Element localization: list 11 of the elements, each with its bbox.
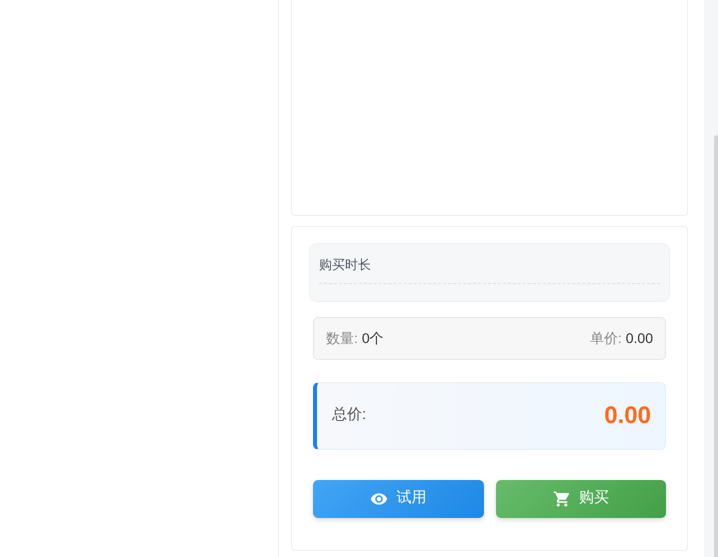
field-label: 单价: — [590, 328, 622, 348]
scrollbar-thumb[interactable] — [714, 135, 718, 557]
field-value: 0个 — [362, 328, 384, 348]
field-label: 数量: — [326, 328, 358, 348]
trial-button[interactable]: 试用 — [313, 480, 484, 518]
cart-icon — [552, 490, 571, 508]
buy-button[interactable]: 购买 — [496, 480, 666, 518]
total-price: 0.00 — [604, 400, 651, 430]
field-value: 0.00 — [626, 328, 653, 348]
total-label: 总价: — [332, 405, 366, 426]
section-title: 购买时长 — [319, 255, 660, 284]
